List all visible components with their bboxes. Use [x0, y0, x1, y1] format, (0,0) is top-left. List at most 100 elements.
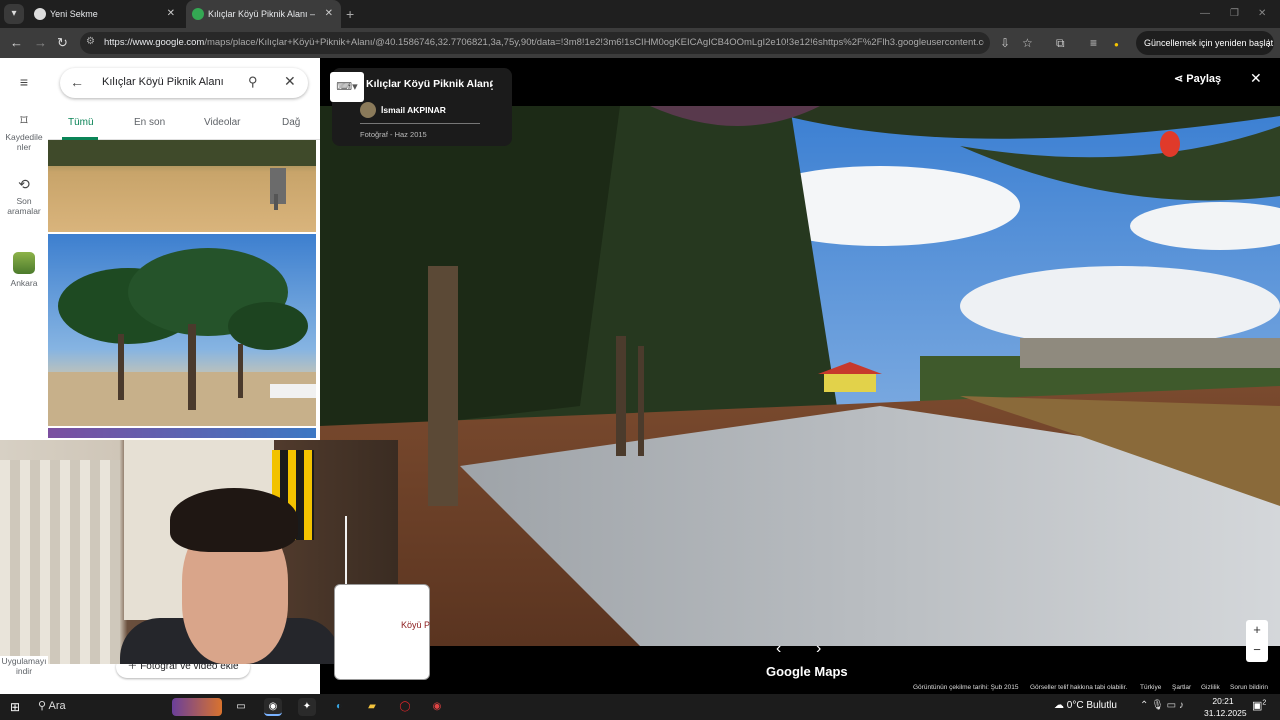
ankara-label: Ankara — [10, 278, 38, 288]
photo-author[interactable]: İsmail AKPINAR — [381, 105, 446, 115]
network-icon[interactable]: ▭ — [1167, 700, 1179, 711]
photo-thumbnail[interactable] — [48, 140, 316, 232]
close-viewer-icon[interactable]: ✕ — [1250, 70, 1262, 87]
viewer-footer: Görüntünün çekilme tarihi: Şub 2015 Görs… — [320, 682, 1280, 694]
country-link[interactable]: Türkiye — [1140, 682, 1161, 694]
tab-videos[interactable]: Videolar — [204, 117, 241, 128]
previous-photo-icon[interactable]: ‹ — [776, 640, 781, 658]
back-arrow-icon[interactable]: ← — [70, 74, 84, 90]
privacy-link[interactable]: Gizlilik — [1201, 682, 1220, 694]
recorder-icon[interactable]: ◉ — [428, 698, 446, 716]
install-app-icon[interactable]: ⇩ — [1000, 36, 1010, 50]
pine-trees-image — [48, 248, 316, 426]
recent-place-ankara[interactable]: Ankara — [0, 252, 48, 288]
picnic-ground-image — [48, 140, 316, 210]
chrome-icon — [34, 8, 46, 20]
keyboard-shortcuts-button[interactable]: ⌨▾ — [330, 72, 364, 102]
close-tab-icon[interactable]: ✕ — [325, 0, 333, 28]
share-button[interactable]: ⋖ Paylaş — [1174, 72, 1221, 85]
address-bar[interactable]: ⚙ https://www.google.com/maps/place/Kılı… — [80, 32, 990, 54]
report-problem-link[interactable]: Sorun bildirin — [1230, 682, 1268, 694]
tray-arrow-icon[interactable]: ⌃ — [1140, 700, 1151, 711]
forward-icon[interactable]: → — [34, 35, 47, 51]
search-input[interactable]: Kılıçlar Köyü Piknik Alanı — [102, 76, 224, 88]
close-window-icon[interactable]: ✕ — [1258, 0, 1266, 28]
panorama-photo[interactable] — [320, 106, 1280, 646]
cloud-icon: ☁ — [1054, 700, 1067, 711]
media-control-icon[interactable]: ≡ — [1090, 36, 1097, 50]
author-avatar[interactable] — [360, 102, 376, 118]
download-app-link[interactable]: Uygulamayı indir — [0, 656, 48, 680]
reload-icon[interactable]: ↻ — [57, 35, 68, 51]
copyright-notice[interactable]: Görseller telif hakkına tabi olabilir. — [1030, 682, 1127, 694]
more-options-icon[interactable]: ⋮ — [486, 78, 498, 92]
url-host: https://www.google.com — [104, 37, 205, 48]
clear-icon[interactable]: ✕ — [284, 73, 296, 90]
taskbar-search-label: Ara — [48, 700, 66, 712]
back-icon[interactable]: ← — [10, 35, 23, 51]
restore-icon[interactable]: ❐ — [1230, 0, 1239, 28]
bookmark-star-icon[interactable]: ☆ — [1022, 36, 1033, 50]
weather-widget[interactable]: ☁ 0°C Bulutlu — [1054, 700, 1117, 711]
copilot-icon[interactable]: ✦ — [298, 698, 316, 716]
browser-tab-strip: ▾ Yeni Sekme ✕ Kılıçlar Köyü Piknik Alan… — [0, 0, 1280, 28]
photo-viewer: ⌨▾ Kılıçlar Köyü Piknik Alanı ⋮ İsmail A… — [320, 58, 1280, 694]
file-explorer-icon[interactable]: ▰ — [363, 698, 381, 716]
taskbar-search[interactable]: ⚲ Ara — [38, 699, 66, 712]
menu-button[interactable]: ≡ — [0, 74, 48, 94]
history-icon: ⟲ — [18, 176, 30, 192]
terms-link[interactable]: Şartlar — [1172, 682, 1191, 694]
notification-icon[interactable]: ▣2 — [1252, 699, 1266, 712]
opera-icon[interactable]: ◯ — [396, 698, 414, 716]
close-tab-icon[interactable]: ✕ — [167, 0, 175, 28]
system-tray[interactable]: ⌃ 🎙 ▭ ♪ — [1140, 700, 1184, 711]
search-box[interactable]: ← Kılıçlar Köyü Piknik Alanı ⚲ ✕ — [60, 68, 308, 98]
extensions-icon[interactable]: ⧉ — [1056, 36, 1065, 50]
widgets-icon[interactable] — [172, 698, 222, 716]
maps-pin-icon — [192, 8, 204, 20]
search-icon: ⚲ — [38, 700, 49, 712]
place-title[interactable]: Kılıçlar Köyü Piknik Alanı — [366, 78, 492, 90]
tab-search-menu-button[interactable]: ▾ — [4, 4, 24, 24]
volume-icon[interactable]: ♪ — [1179, 700, 1184, 711]
zoom-in-icon[interactable]: + — [1246, 620, 1268, 640]
site-info-icon[interactable]: ⚙ — [86, 36, 100, 50]
photo-filter-tabs: Tümü En son Videolar Dağ — [48, 110, 320, 140]
tab-latest[interactable]: En son — [134, 117, 165, 128]
recent-label: Son aramalar — [7, 196, 41, 216]
next-photo-icon[interactable]: › — [816, 640, 821, 658]
more-menu-icon[interactable]: ⋮ — [1264, 31, 1273, 55]
zoom-out-icon[interactable]: − — [1246, 640, 1268, 660]
photo-thumbnail[interactable] — [48, 234, 316, 426]
windows-start-icon[interactable]: ⊞ — [10, 700, 20, 714]
search-icon[interactable]: ⚲ — [248, 74, 258, 90]
minimize-icon[interactable]: — — [1200, 0, 1210, 28]
mini-map-card[interactable]: Köyü P — [334, 584, 430, 680]
recent-button[interactable]: ⟲ Son aramalar — [0, 176, 48, 216]
bookmark-icon: ⌑ — [20, 112, 28, 128]
place-thumbnail — [13, 252, 35, 274]
microphone-icon[interactable]: 🎙 — [1151, 700, 1166, 711]
chrome-taskbar-icon[interactable]: ◉ — [264, 698, 282, 716]
update-restart-button[interactable]: Güncellemek için yeniden başlat ⋮ — [1136, 31, 1274, 55]
tab-new-tab[interactable]: Yeni Sekme ✕ — [28, 0, 183, 28]
photo-thumbnail[interactable] — [48, 428, 316, 438]
edge-icon[interactable]: ◐ — [330, 698, 348, 716]
tab-all[interactable]: Tümü — [68, 117, 94, 128]
new-tab-button[interactable]: + — [346, 0, 354, 28]
taskbar-clock[interactable]: 20:21 31.12.2025 — [1204, 695, 1247, 719]
share-label: Paylaş — [1186, 73, 1222, 85]
tab-mountain[interactable]: Dağ — [282, 117, 300, 128]
capture-date: Görüntünün çekilme tarihi: Şub 2015 — [913, 684, 1019, 691]
saved-button[interactable]: ⌑ Kaydedilenler — [0, 112, 48, 152]
url-path: /maps/place/Kılıçlar+Köyü+Piknik+Alanı/@… — [204, 37, 984, 48]
tab-label: Kılıçlar Köyü Piknik Alanı – Google — [208, 9, 318, 19]
google-maps-logo: Google Maps — [766, 664, 848, 679]
task-view-icon[interactable]: ▭ — [232, 698, 250, 716]
zoom-control: + − — [1246, 620, 1268, 662]
webcam-curtain — [0, 460, 120, 664]
card-divider — [360, 123, 480, 124]
tab-google-maps[interactable]: Kılıçlar Köyü Piknik Alanı – Google ✕ — [186, 0, 341, 28]
profile-icon[interactable]: ● — [1114, 38, 1119, 52]
mini-map-label: Köyü P — [401, 620, 431, 630]
